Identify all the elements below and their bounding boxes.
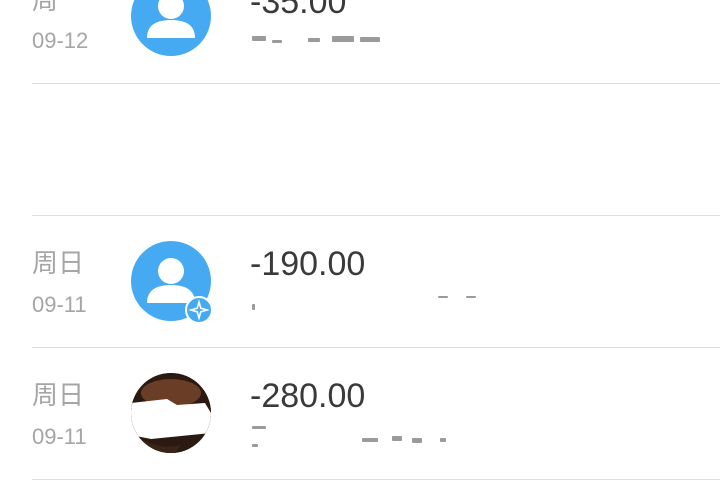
- transaction-description-redacted: [252, 36, 382, 44]
- transaction-weekday: 周日: [32, 249, 85, 279]
- transaction-amount: -280.00: [250, 377, 366, 415]
- transaction-description-redacted: [252, 426, 452, 447]
- transaction-row[interactable]: 周一 09-12 -35.00: [0, 0, 720, 83]
- transaction-row[interactable]: 周日 09-11 -190.00: [0, 216, 720, 347]
- avatar: [131, 0, 211, 56]
- transaction-weekday: 周日: [32, 381, 85, 411]
- transaction-date: 09-11: [32, 424, 87, 449]
- transaction-row[interactable]: [0, 84, 720, 215]
- transaction-date: 09-12: [32, 28, 89, 53]
- person-icon: [147, 0, 195, 38]
- avatar-photo: [131, 373, 211, 453]
- transaction-date: 09-11: [32, 292, 87, 317]
- transaction-amount: -190.00: [250, 245, 366, 283]
- transaction-list: 周一 09-12 -35.00 周日 09-11 -190.00 周日 09-1…: [0, 0, 720, 480]
- transaction-description-redacted: [252, 296, 482, 310]
- transaction-amount: -35.00: [250, 0, 347, 21]
- transaction-weekday: 周一: [32, 0, 85, 16]
- transaction-row[interactable]: 周日 09-11 -280.00: [0, 348, 720, 479]
- verified-badge-icon: [185, 296, 213, 324]
